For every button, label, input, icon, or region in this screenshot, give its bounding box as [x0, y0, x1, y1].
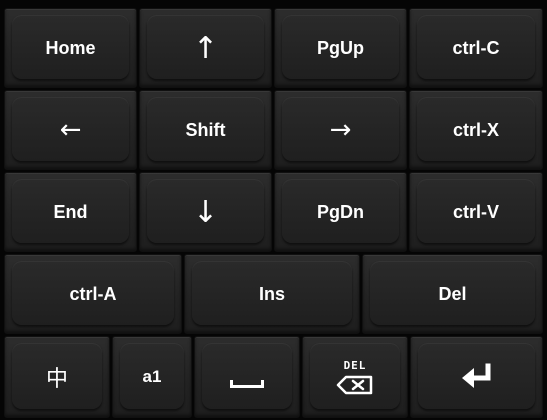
- arrow-left-icon: ←: [59, 115, 82, 145]
- space-key[interactable]: [194, 336, 300, 418]
- home-key[interactable]: Home: [4, 8, 137, 88]
- ctrl-v-key[interactable]: ctrl-V: [409, 172, 543, 252]
- enter-key[interactable]: [410, 336, 543, 418]
- page-down-key[interactable]: PgDn: [274, 172, 407, 252]
- page-down-key-label: PgDn: [317, 201, 364, 222]
- backspace-key[interactable]: DEL: [302, 336, 408, 418]
- arrow-left-key[interactable]: ←: [4, 90, 137, 170]
- ctrl-x-key-label: ctrl-X: [452, 119, 499, 140]
- page-up-key-label: PgUp: [317, 37, 364, 58]
- ctrl-x-key[interactable]: ctrl-X: [409, 90, 543, 170]
- arrow-up-icon: ↑: [192, 30, 219, 66]
- arrow-right-key[interactable]: →: [274, 90, 407, 170]
- page-up-key[interactable]: PgUp: [274, 8, 407, 88]
- enter-return-icon: [461, 363, 490, 388]
- alphanumeric-mode-key-label: a1: [142, 367, 162, 386]
- ctrl-v-key-label: ctrl-V: [452, 201, 499, 222]
- arrow-up-key[interactable]: ↑: [139, 8, 272, 88]
- arrow-down-icon: ↓: [192, 194, 219, 230]
- ctrl-a-key[interactable]: ctrl-A: [4, 254, 182, 334]
- ctrl-c-key-label: ctrl-C: [452, 37, 500, 58]
- chinese-input-key-label: 中: [45, 367, 68, 392]
- soft-keyboard: Home ↑ PgUp ctrl-C ← Shift → ctrl-X End …: [0, 0, 547, 420]
- space-bar-icon: [230, 380, 264, 388]
- arrow-down-key[interactable]: ↓: [139, 172, 272, 252]
- insert-key-label: Ins: [258, 283, 285, 304]
- chinese-input-key[interactable]: 中: [4, 336, 110, 418]
- ctrl-a-key-label: ctrl-A: [69, 283, 117, 304]
- end-key[interactable]: End: [4, 172, 137, 252]
- home-key-label: Home: [45, 37, 96, 58]
- shift-key-label: Shift: [185, 119, 226, 140]
- ctrl-c-key[interactable]: ctrl-C: [409, 8, 543, 88]
- backspace-icon: DEL: [336, 358, 374, 395]
- arrow-right-icon: →: [329, 115, 352, 145]
- delete-key-label: Del: [438, 283, 467, 304]
- backspace-key-label: DEL: [343, 358, 367, 372]
- end-key-label: End: [53, 201, 88, 222]
- delete-key[interactable]: Del: [362, 254, 543, 334]
- backspace-arrow-shape: [336, 375, 373, 394]
- insert-key[interactable]: Ins: [184, 254, 360, 334]
- shift-key[interactable]: Shift: [139, 90, 272, 170]
- alphanumeric-mode-key[interactable]: a1: [112, 336, 192, 418]
